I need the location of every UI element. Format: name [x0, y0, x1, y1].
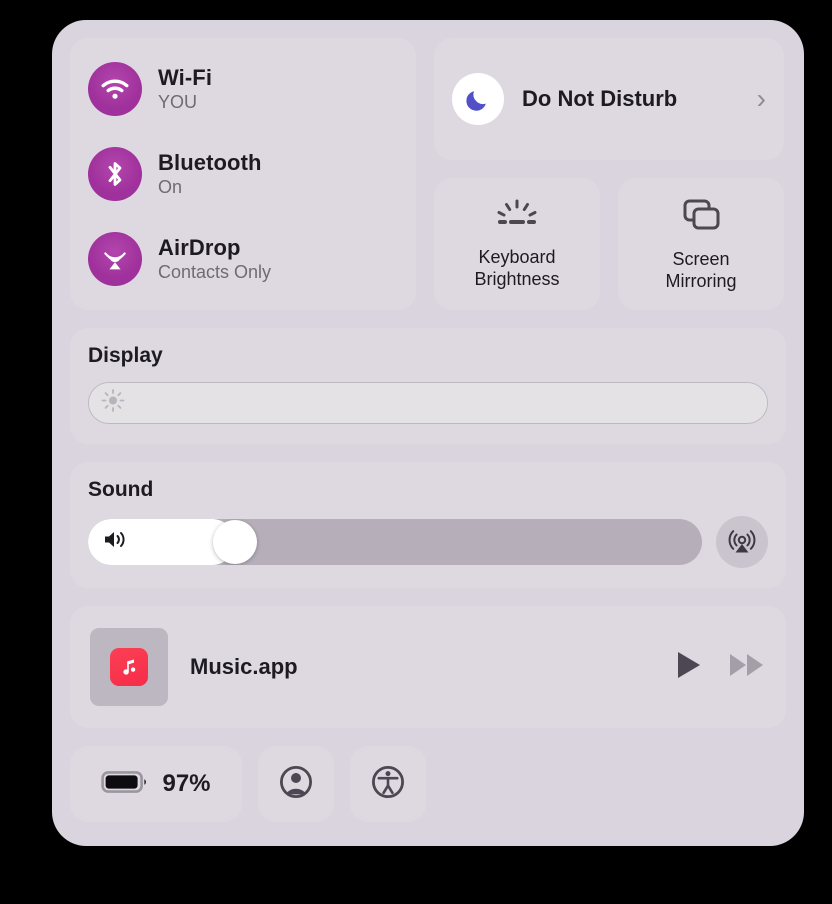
keyboard-brightness-tile[interactable]: Keyboard Brightness [434, 178, 600, 310]
top-right-column: Do Not Disturb › Keyboard Brightness Scr… [434, 38, 784, 310]
wifi-icon[interactable] [88, 62, 142, 116]
user-account-icon [275, 761, 317, 808]
screen-mirroring-icon [678, 196, 724, 239]
connectivity-item-title: AirDrop [158, 234, 241, 260]
shortcut-label-line2: Brightness [474, 268, 560, 289]
display-module: Display [70, 328, 786, 444]
control-center-panel: Wi-Fi YOU Bluetooth On AirDrop Contacts … [52, 20, 804, 846]
connectivity-item-text: AirDrop Contacts Only [158, 234, 272, 283]
battery-icon [101, 768, 149, 801]
sound-module: Sound [70, 462, 786, 588]
do-not-disturb-tile[interactable]: Do Not Disturb › [434, 38, 784, 160]
shortcut-row: Keyboard Brightness Screen Mirroring [434, 178, 784, 310]
connectivity-module: Wi-Fi YOU Bluetooth On AirDrop Contacts … [70, 38, 416, 310]
screen-mirroring-tile[interactable]: Screen Mirroring [618, 178, 784, 310]
keyboard-brightness-label: Keyboard Brightness [474, 247, 559, 289]
shortcut-label-line1: Screen [672, 249, 730, 270]
shortcut-label-line2: Mirroring [665, 270, 737, 291]
music-note-icon [110, 648, 148, 686]
bluetooth-icon[interactable] [88, 147, 142, 201]
top-row: Wi-Fi YOU Bluetooth On AirDrop Contacts … [70, 38, 786, 310]
keyboard-brightness-icon [493, 198, 541, 237]
sound-title: Sound [88, 478, 154, 501]
screen-mirroring-label: Screen Mirroring [665, 249, 736, 291]
connectivity-item-bluetooth[interactable]: Bluetooth On [88, 143, 398, 205]
shortcut-label-line1: Keyboard [478, 247, 556, 268]
music-controls [674, 649, 766, 686]
fast-user-switching-tile[interactable] [258, 746, 334, 822]
display-slider-fill [89, 383, 767, 423]
battery-percent-label: 97% [162, 770, 211, 797]
brightness-icon [101, 389, 125, 418]
accessibility-shortcuts-tile[interactable] [350, 746, 426, 822]
battery-tile[interactable]: 97% [70, 746, 242, 822]
sound-volume-slider[interactable] [88, 519, 702, 565]
connectivity-item-title: Bluetooth [158, 149, 262, 175]
display-brightness-slider[interactable] [88, 382, 768, 424]
status-bar-row: 97% [70, 746, 786, 822]
chevron-right-icon[interactable]: › [757, 83, 766, 115]
sound-slider-row [88, 516, 768, 568]
connectivity-item-status: On [158, 177, 183, 198]
accessibility-icon [367, 761, 409, 808]
do-not-disturb-label: Do Not Disturb [522, 86, 678, 111]
moon-icon[interactable] [452, 73, 504, 125]
connectivity-item-title: Wi-Fi [158, 64, 213, 90]
connectivity-item-text: Bluetooth On [158, 149, 262, 198]
fast-forward-icon[interactable] [728, 650, 766, 685]
play-icon[interactable] [674, 649, 704, 686]
sound-slider-knob[interactable] [213, 520, 258, 564]
connectivity-item-status: YOU [158, 92, 198, 113]
connectivity-item-wifi[interactable]: Wi-Fi YOU [88, 58, 398, 120]
display-title: Display [88, 344, 163, 367]
connectivity-item-airdrop[interactable]: AirDrop Contacts Only [88, 228, 398, 290]
display-slider-row [88, 382, 768, 424]
connectivity-item-text: Wi-Fi YOU [158, 64, 213, 113]
connectivity-item-status: Contacts Only [158, 262, 272, 283]
speaker-icon [102, 528, 130, 557]
airplay-audio-icon[interactable] [716, 516, 768, 568]
music-app-name: Music.app [190, 654, 298, 679]
music-module: Music.app [70, 606, 786, 728]
airdrop-icon[interactable] [88, 232, 142, 286]
album-art [90, 628, 168, 706]
